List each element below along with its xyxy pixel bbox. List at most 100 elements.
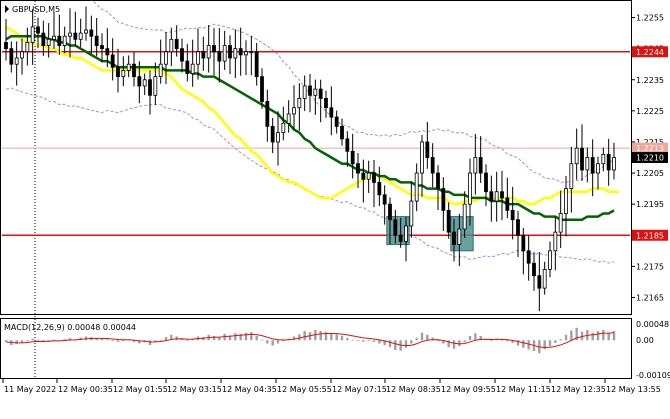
- candle-body: [457, 228, 462, 245]
- macd-bar: [554, 340, 557, 343]
- candle-body: [244, 51, 248, 56]
- candle-body: [222, 45, 227, 62]
- macd-bar: [415, 338, 418, 341]
- time-label: 12 May 05:55: [277, 385, 332, 394]
- macd-bar: [420, 332, 424, 341]
- candle-body: [436, 172, 440, 190]
- candle-body: [382, 194, 387, 205]
- macd-bar: [570, 330, 573, 341]
- candle-body: [478, 157, 483, 174]
- macd-bar: [506, 340, 509, 342]
- macd-bar: [474, 333, 477, 341]
- macd-bar: [164, 336, 168, 341]
- macd-bar: [388, 340, 392, 348]
- candle-body: [334, 116, 339, 127]
- candle-body: [286, 113, 291, 124]
- candle-body: [137, 76, 142, 87]
- time-label: 12 May 08:35: [386, 385, 441, 394]
- candle-body: [510, 209, 515, 221]
- chart-title-text: GBPUSD,M5: [12, 5, 60, 14]
- candle-body: [590, 157, 595, 174]
- candle-body: [542, 269, 547, 289]
- macd-bar: [122, 340, 125, 342]
- macd-bar: [490, 340, 493, 342]
- candle-body: [585, 157, 590, 171]
- candle-body: [297, 98, 302, 109]
- macd-bar: [212, 335, 216, 341]
- price-tick-label: 1.2175: [636, 262, 664, 271]
- macd-bar: [468, 335, 472, 341]
- candle-body: [425, 141, 430, 158]
- candle-body: [505, 197, 510, 211]
- macd-label: MACD(12,26,9) 0.00048 0.00044: [4, 323, 136, 332]
- macd-bar: [356, 340, 360, 342]
- candle-body: [430, 157, 435, 174]
- candle-body: [142, 79, 147, 87]
- candle-body: [9, 48, 14, 65]
- candle-body: [446, 209, 451, 233]
- candle-body: [372, 172, 376, 183]
- candle-body: [84, 29, 88, 34]
- time-label: 12 May 03:15: [167, 385, 222, 394]
- candle-body: [36, 26, 40, 34]
- candle-body: [500, 191, 504, 199]
- time-label: 12 May 11:15: [496, 385, 551, 394]
- time-label: 12 May 01:55: [113, 385, 168, 394]
- candle-body: [46, 38, 51, 46]
- candle-body: [420, 141, 424, 174]
- macd-tick-label: 0.00048: [636, 320, 669, 329]
- candle-body: [292, 107, 296, 115]
- candle-body: [313, 88, 318, 96]
- macd-bar: [335, 334, 338, 341]
- price-tick-label: 1.2165: [636, 293, 664, 302]
- candle-body: [521, 234, 526, 252]
- macd-bar: [367, 340, 370, 342]
- time-label: 12 May 04:35: [222, 385, 277, 394]
- macd-bar: [596, 331, 600, 341]
- candle-body: [110, 54, 115, 68]
- candle-body: [548, 250, 552, 270]
- macd-bar: [378, 340, 381, 344]
- candle-body: [356, 163, 360, 174]
- macd-bar: [346, 338, 349, 341]
- macd-bar: [106, 339, 109, 341]
- candle-body: [462, 203, 467, 230]
- macd-bar: [159, 339, 162, 341]
- candle-body: [228, 45, 232, 59]
- level-price-label: 1.2185: [636, 231, 664, 240]
- macd-bar: [426, 334, 429, 341]
- candle-body: [308, 85, 312, 96]
- candle-body: [388, 203, 392, 221]
- candle-body: [116, 66, 120, 78]
- candle-body: [484, 172, 488, 193]
- macd-bar: [372, 340, 376, 342]
- candle-body: [564, 188, 568, 214]
- candle-body: [302, 85, 307, 99]
- macd-bar: [602, 329, 605, 341]
- candle-body: [233, 48, 238, 59]
- candle-body: [206, 45, 211, 59]
- candle-body: [238, 48, 243, 56]
- candle-body: [20, 51, 24, 59]
- candle-body: [409, 200, 414, 227]
- macd-bar: [276, 340, 280, 344]
- macd-bar: [564, 334, 568, 341]
- macd-bar: [319, 331, 322, 341]
- level-price-label: 1.2213: [636, 144, 664, 153]
- macd-bar: [111, 340, 114, 342]
- chart-title: GBPUSD,M5: [5, 5, 60, 14]
- chart-root: 0.000480.00-0.00109 1.22551.22451.22351.…: [0, 0, 670, 419]
- candle-body: [148, 79, 152, 96]
- candle-body: [201, 51, 206, 59]
- macd-bar: [15, 340, 18, 345]
- macd-bar: [234, 333, 237, 341]
- level-price-label: 1.2244: [636, 48, 664, 57]
- candle-body: [153, 76, 158, 96]
- price-tick-label: 1.2195: [636, 200, 664, 209]
- macd-bar: [271, 340, 274, 346]
- macd-bar: [148, 340, 152, 346]
- macd-bar: [559, 339, 562, 341]
- macd-bar: [394, 340, 397, 350]
- current-price-label: 1.2210: [636, 154, 664, 163]
- macd-bar: [31, 338, 34, 341]
